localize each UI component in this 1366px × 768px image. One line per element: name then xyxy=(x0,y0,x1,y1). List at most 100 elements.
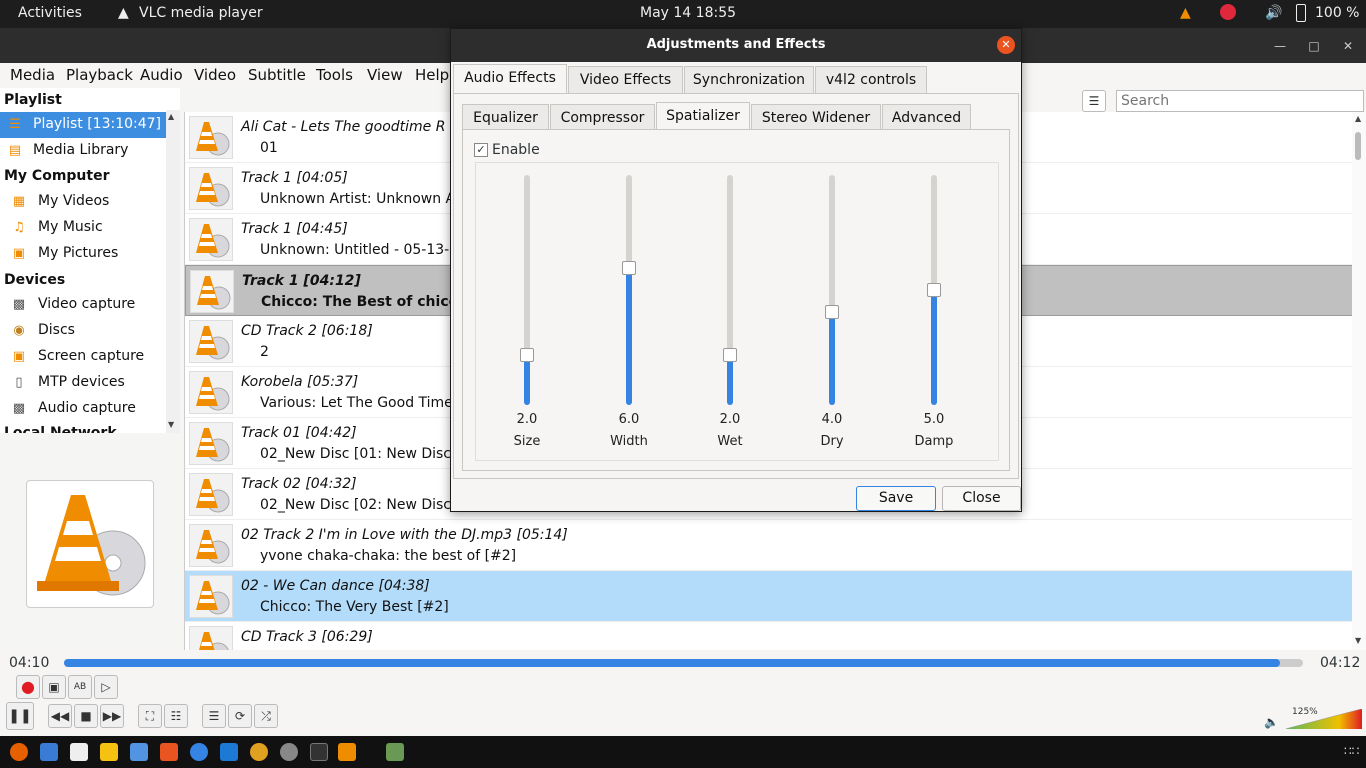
sidebar-item-label: Video capture xyxy=(38,296,136,312)
playlist-row[interactable]: 02 Track 2 I'm in Love with the DJ.mp3 [… xyxy=(185,520,1352,571)
slider-handle[interactable] xyxy=(825,305,839,319)
seek-slider[interactable] xyxy=(64,659,1303,667)
vlc-dock-icon[interactable] xyxy=(338,743,356,761)
menu-help[interactable]: Help xyxy=(415,66,449,84)
playlist-scrollbar[interactable]: ▲ ▼ xyxy=(1352,112,1366,650)
previous-icon[interactable]: ◀◀ xyxy=(48,704,72,728)
menu-media[interactable]: Media xyxy=(10,66,55,84)
app-grid-icon[interactable]: ∷∷ xyxy=(1344,744,1359,758)
fullscreen-icon[interactable]: ⛶ xyxy=(138,704,162,728)
vlc-tray-icon[interactable]: ▲ xyxy=(1180,5,1191,21)
minimize-icon[interactable]: — xyxy=(1270,36,1290,56)
slider-damp[interactable] xyxy=(927,175,941,405)
scroll-up-icon[interactable]: ▲ xyxy=(1355,114,1361,123)
playlist-toggle-icon[interactable]: ☰ xyxy=(202,704,226,728)
scroll-down-icon[interactable]: ▼ xyxy=(168,420,174,429)
slider-handle[interactable] xyxy=(927,283,941,297)
next-icon[interactable]: ▶▶ xyxy=(100,704,124,728)
sidebar-item-playlist[interactable]: ☰ Playlist [13:10:47] xyxy=(0,112,166,138)
menu-view[interactable]: View xyxy=(367,66,403,84)
enable-checkbox[interactable]: ✓ xyxy=(474,143,488,157)
tab-v4l2-controls[interactable]: v4l2 controls xyxy=(815,66,927,93)
slider-wet[interactable] xyxy=(723,175,737,405)
sidebar-item-screen-capture[interactable]: ▣ Screen capture xyxy=(0,344,166,370)
extended-settings-icon[interactable]: ☷ xyxy=(164,704,188,728)
rhythmbox-icon[interactable] xyxy=(100,743,118,761)
menu-tools[interactable]: Tools xyxy=(316,66,353,84)
volume-tray-icon[interactable]: 🔊 xyxy=(1265,5,1282,21)
do-not-disturb-icon[interactable] xyxy=(1220,4,1236,20)
thunderbird-icon[interactable] xyxy=(40,743,58,761)
sidebar-item-discs[interactable]: ◉ Discs xyxy=(0,318,166,344)
sidebar-item-audio-capture[interactable]: ▩ Audio capture xyxy=(0,396,166,422)
close-button[interactable]: Close xyxy=(942,486,1021,511)
firefox-icon[interactable] xyxy=(10,743,28,761)
app-menu-label[interactable]: VLC media player xyxy=(139,5,263,21)
settings-app-icon[interactable] xyxy=(280,743,298,761)
view-mode-icon[interactable]: ☰ xyxy=(1082,90,1106,112)
scroll-up-icon[interactable]: ▲ xyxy=(168,112,174,121)
chrome-icon[interactable] xyxy=(250,743,268,761)
sidebar-item-music[interactable]: ♫ My Music xyxy=(0,215,166,241)
scroll-down-icon[interactable]: ▼ xyxy=(1355,636,1361,645)
clock[interactable]: May 14 18:55 xyxy=(640,5,736,21)
sidebar-heading-computer: My Computer xyxy=(4,168,110,184)
scroll-thumb[interactable] xyxy=(1355,132,1361,160)
slider-dry[interactable] xyxy=(825,175,839,405)
menu-video[interactable]: Video xyxy=(194,66,236,84)
sidebar-item-media-library[interactable]: ▤ Media Library xyxy=(0,138,166,164)
slider-fill xyxy=(626,268,632,405)
vscode-icon[interactable] xyxy=(220,743,238,761)
tab-compressor[interactable]: Compressor xyxy=(550,104,655,131)
tab-synchronization[interactable]: Synchronization xyxy=(684,66,814,93)
menu-playback[interactable]: Playback xyxy=(66,66,133,84)
sidebar-item-video-capture[interactable]: ▩ Video capture xyxy=(0,292,166,318)
maximize-icon[interactable]: □ xyxy=(1304,36,1324,56)
film-icon: ▦ xyxy=(12,194,26,209)
taskbar: ∷∷ xyxy=(0,736,1366,768)
sidebar-item-mtp[interactable]: ▯ MTP devices xyxy=(0,370,166,396)
sidebar-scrollbar[interactable]: ▲ ▼ xyxy=(166,110,180,433)
writer-icon[interactable] xyxy=(130,743,148,761)
dialog-close-icon[interactable]: ✕ xyxy=(997,36,1015,54)
help-icon[interactable] xyxy=(190,743,208,761)
stop-icon[interactable]: ■ xyxy=(74,704,98,728)
save-button[interactable]: Save xyxy=(856,486,936,511)
seek-progress xyxy=(64,659,1280,667)
slider-handle[interactable] xyxy=(723,348,737,362)
tab-equalizer[interactable]: Equalizer xyxy=(462,104,549,131)
tab-video-effects[interactable]: Video Effects xyxy=(568,66,683,93)
terminal-icon[interactable] xyxy=(310,743,328,761)
record-icon[interactable]: ● xyxy=(16,675,40,699)
mute-icon[interactable]: 🔈 xyxy=(1264,715,1279,729)
elapsed-time[interactable]: 04:10 xyxy=(9,655,49,671)
menu-subtitle[interactable]: Subtitle xyxy=(248,66,306,84)
tab-audio-effects[interactable]: Audio Effects xyxy=(453,64,567,93)
slider-handle[interactable] xyxy=(520,348,534,362)
snapshot-icon[interactable]: ▣ xyxy=(42,675,66,699)
activities-button[interactable]: Activities xyxy=(18,5,82,21)
menu-audio[interactable]: Audio xyxy=(140,66,183,84)
playlist-row[interactable]: 02 - We Can dance [04:38] Chicco: The Ver… xyxy=(185,571,1352,622)
search-input[interactable] xyxy=(1116,90,1364,112)
tab-advanced[interactable]: Advanced xyxy=(882,104,971,131)
tab-stereo-widener[interactable]: Stereo Widener xyxy=(751,104,881,131)
slider-width[interactable] xyxy=(622,175,636,405)
loop-ab-icon[interactable]: AB xyxy=(68,675,92,699)
battery-icon[interactable] xyxy=(1296,4,1306,22)
playlist-row[interactable]: CD Track 3 [06:29] xyxy=(185,622,1352,650)
loop-icon[interactable]: ⟳ xyxy=(228,704,252,728)
volume-slider[interactable] xyxy=(1286,709,1362,729)
shuffle-icon[interactable]: ⤮ xyxy=(254,704,278,728)
frame-step-icon[interactable]: ▷ xyxy=(94,675,118,699)
sidebar-item-pictures[interactable]: ▣ My Pictures xyxy=(0,241,166,267)
software-icon[interactable] xyxy=(160,743,178,761)
tab-spatializer[interactable]: Spatializer xyxy=(656,102,750,131)
pause-icon[interactable]: ❚❚ xyxy=(6,702,34,730)
slider-handle[interactable] xyxy=(622,261,636,275)
close-window-icon[interactable]: ✕ xyxy=(1338,36,1358,56)
files-icon[interactable] xyxy=(70,743,88,761)
trash-icon[interactable] xyxy=(386,743,404,761)
sidebar-item-videos[interactable]: ▦ My Videos xyxy=(0,189,166,215)
slider-size[interactable] xyxy=(520,175,534,405)
